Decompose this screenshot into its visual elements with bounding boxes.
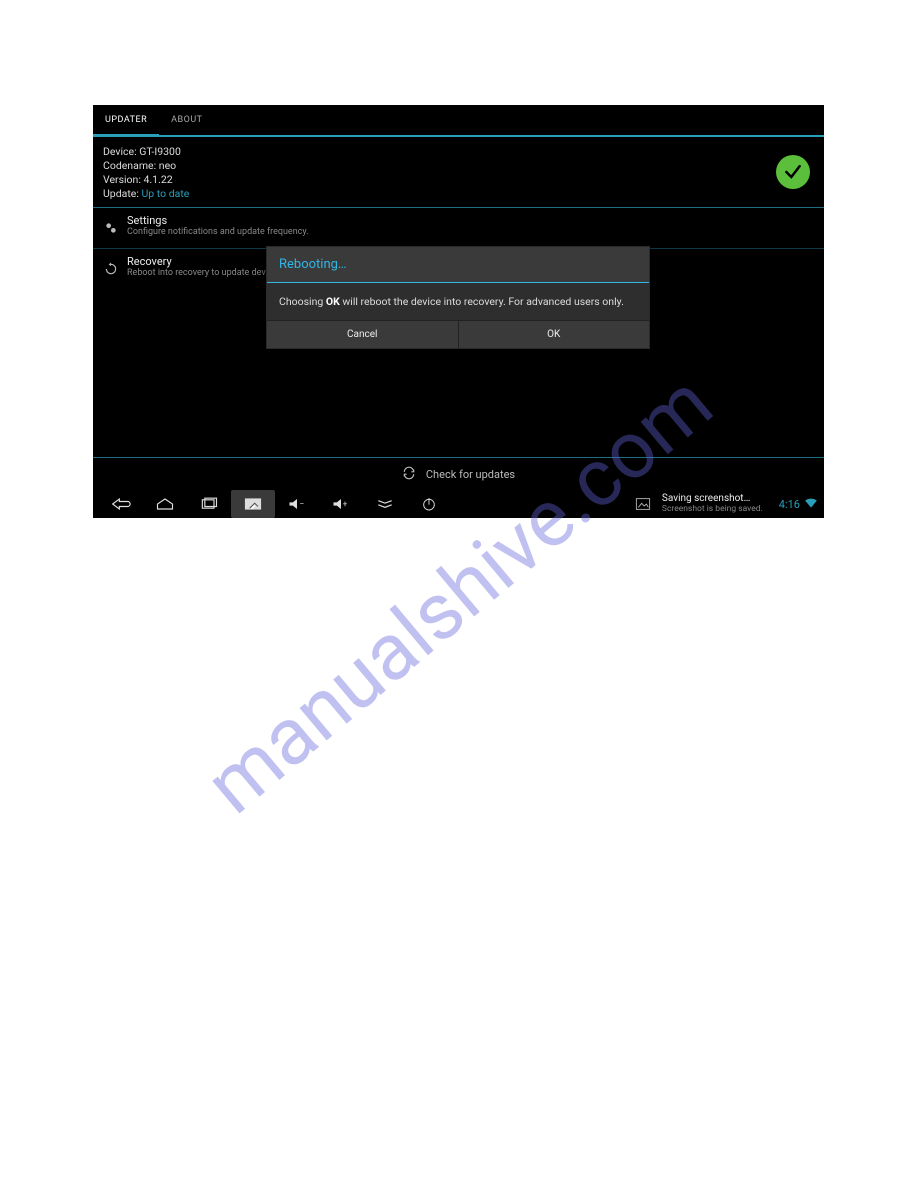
- screenshot-button[interactable]: [231, 490, 275, 518]
- codename-value: neo: [159, 159, 176, 172]
- check-updates-label: Check for updates: [426, 468, 515, 481]
- drawer-button[interactable]: [363, 490, 407, 518]
- dialog-message: Choosing OK will reboot the device into …: [267, 283, 649, 320]
- home-button[interactable]: [143, 490, 187, 518]
- dialog-actions: Cancel OK: [267, 320, 649, 348]
- device-info-panel: Device: GT-I9300 Codename: neo Version: …: [93, 137, 824, 208]
- toast-subtitle: Screenshot is being saved.: [662, 504, 763, 515]
- reboot-dialog: Rebooting… Choosing OK will reboot the d…: [266, 246, 650, 349]
- device-value: GT-I9300: [139, 145, 181, 158]
- tab-bar: UPDATER ABOUT: [93, 105, 824, 137]
- version-value: 4.1.22: [144, 173, 173, 186]
- dialog-title: Rebooting…: [267, 247, 649, 283]
- tab-about[interactable]: ABOUT: [159, 105, 214, 137]
- system-nav-bar: − + Saving screenshot… Screenshot is bei…: [93, 490, 824, 518]
- recent-apps-button[interactable]: [187, 490, 231, 518]
- wifi-icon: [804, 497, 818, 512]
- check-updates-button[interactable]: Check for updates: [93, 458, 824, 490]
- dialog-body-pre: Choosing: [279, 295, 326, 308]
- recovery-title: Recovery: [127, 255, 280, 268]
- volume-up-button[interactable]: +: [319, 490, 363, 518]
- recovery-subtitle: Reboot into recovery to update device.: [127, 268, 280, 278]
- dialog-body-post: will reboot the device into recovery. Fo…: [340, 295, 624, 308]
- status-check-icon: [776, 155, 810, 189]
- device-label: Device:: [103, 145, 137, 158]
- gear-icon: [103, 214, 119, 242]
- svg-text:+: +: [343, 500, 348, 510]
- power-button[interactable]: [407, 490, 451, 518]
- back-button[interactable]: [99, 490, 143, 518]
- cancel-button[interactable]: Cancel: [267, 321, 458, 348]
- android-screenshot: UPDATER ABOUT Device: GT-I9300 Codename:…: [93, 105, 824, 518]
- update-label: Update:: [103, 187, 139, 200]
- notification-toast[interactable]: Saving screenshot… Screenshot is being s…: [662, 493, 763, 515]
- clock[interactable]: 4:16: [779, 498, 800, 511]
- update-value: Up to date: [142, 187, 190, 200]
- ok-button[interactable]: OK: [458, 321, 650, 348]
- dialog-body-bold: OK: [326, 295, 340, 308]
- sync-icon: [402, 466, 416, 483]
- settings-title: Settings: [127, 214, 309, 227]
- notification-thumbnail-icon[interactable]: [632, 490, 654, 518]
- toast-title: Saving screenshot…: [662, 493, 763, 504]
- svg-text:−: −: [300, 500, 305, 510]
- tab-updater[interactable]: UPDATER: [93, 105, 159, 137]
- version-label: Version:: [103, 173, 141, 186]
- refresh-icon: [103, 255, 119, 283]
- settings-subtitle: Configure notifications and update frequ…: [127, 227, 309, 237]
- codename-label: Codename:: [103, 159, 156, 172]
- volume-down-button[interactable]: −: [275, 490, 319, 518]
- settings-item[interactable]: Settings Configure notifications and upd…: [93, 208, 824, 249]
